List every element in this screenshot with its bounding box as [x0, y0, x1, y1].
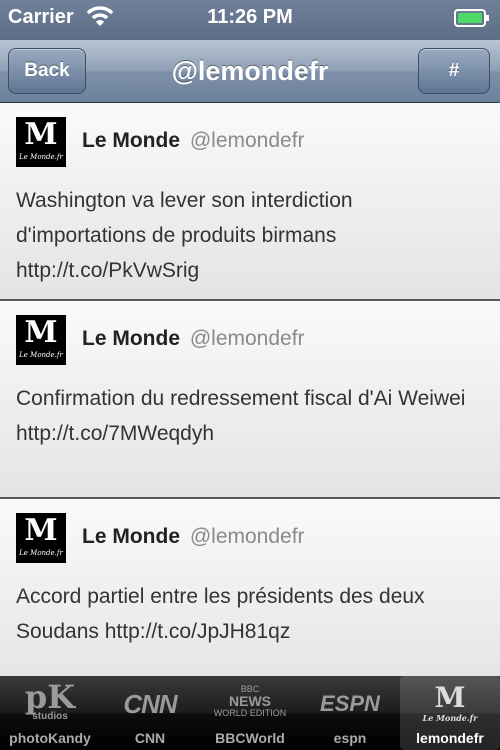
- tab-espn[interactable]: ESPN espn: [300, 676, 400, 750]
- status-bar: Carrier 11:26 PM: [0, 0, 500, 40]
- back-button[interactable]: Back: [8, 48, 86, 94]
- lemonde-logo-icon: M Le Monde.fr: [422, 681, 478, 723]
- author-handle: @lemondefr: [189, 327, 305, 350]
- avatar: M Le Monde.fr: [16, 513, 66, 563]
- author-handle: @lemondefr: [189, 129, 305, 152]
- photokandy-logo-icon: pK studios: [24, 678, 76, 722]
- tweet-text: Accord partiel entre les présidents des …: [16, 585, 425, 643]
- espn-logo-icon: ESPN: [320, 691, 380, 716]
- tweet-text: Confirmation du redressement fiscal d'Ai…: [16, 387, 466, 445]
- tweet-text: Washington va lever son interdiction d'i…: [16, 189, 353, 282]
- battery-icon: [454, 9, 490, 27]
- author-handle: @lemondefr: [189, 525, 305, 548]
- page-title: @lemondefr: [171, 56, 329, 86]
- tab-label: BBCWorld: [215, 730, 285, 746]
- tweet-row[interactable]: M Le Monde.fr Le Monde @lemondefr Confir…: [0, 301, 500, 499]
- clock-time: 11:26 PM: [207, 6, 293, 28]
- tab-photokandy[interactable]: pK studios photoKandy: [0, 676, 100, 750]
- tab-bbcworld[interactable]: BBC NEWS WORLD EDITION BBCWorld: [200, 676, 300, 750]
- tweet-author: Le Monde @lemondefr: [82, 129, 305, 153]
- tweet-author: Le Monde @lemondefr: [82, 327, 305, 351]
- bbc-logo-icon: BBC NEWS WORLD EDITION: [213, 684, 287, 718]
- lemonde-logo-icon: M: [24, 315, 58, 350]
- lemonde-logo-icon: M: [24, 117, 58, 152]
- tweet-row[interactable]: M Le Monde.fr Le Monde @lemondefr Washin…: [0, 103, 500, 301]
- avatar: M Le Monde.fr: [16, 315, 66, 365]
- hashtag-button[interactable]: #: [418, 48, 490, 94]
- tab-label: photoKandy: [9, 730, 91, 746]
- tab-label: CNN: [134, 730, 166, 746]
- tweet-row[interactable]: M Le Monde.fr Le Monde @lemondefr Accord…: [0, 499, 500, 676]
- lemonde-logo-icon: M: [24, 513, 58, 548]
- avatar: M Le Monde.fr: [16, 117, 66, 167]
- tab-bar: pK studios photoKandy CNN CNN BBC NEWS W…: [0, 676, 500, 750]
- author-name: Le Monde: [82, 327, 180, 350]
- navigation-bar: Back @lemondefr #: [0, 40, 500, 103]
- author-name: Le Monde: [82, 129, 180, 152]
- cnn-logo-icon: CNN: [123, 689, 177, 719]
- tab-cnn[interactable]: CNN CNN: [100, 676, 200, 750]
- tweet-feed[interactable]: M Le Monde.fr Le Monde @lemondefr Washin…: [0, 103, 500, 676]
- tab-lemondefr[interactable]: M Le Monde.fr lemondefr: [400, 676, 500, 750]
- tab-label: espn: [333, 730, 367, 746]
- tweet-author: Le Monde @lemondefr: [82, 525, 305, 549]
- tab-label: lemondefr: [416, 730, 484, 746]
- author-name: Le Monde: [82, 525, 180, 548]
